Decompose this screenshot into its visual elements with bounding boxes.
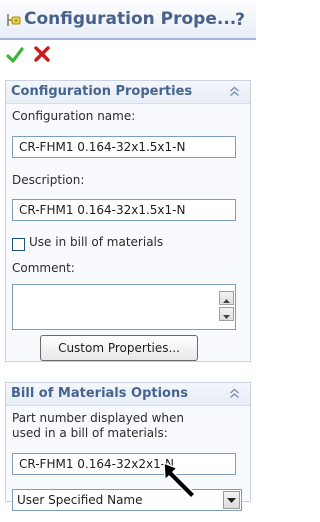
part-number-value: CR-FHM1 0.164-32x2x1-N bbox=[19, 457, 175, 471]
group-title: Bill of Materials Options bbox=[11, 386, 188, 401]
bom-options-header[interactable]: Bill of Materials Options bbox=[6, 383, 250, 406]
custom-properties-button[interactable]: Custom Properties... bbox=[40, 335, 198, 361]
scroll-up-button[interactable] bbox=[219, 291, 234, 305]
part-number-source-dropdown[interactable]: User Specified Name bbox=[12, 489, 242, 511]
panel-title-bar: Configuration Prope... ? bbox=[0, 2, 256, 40]
checkmark-icon[interactable] bbox=[6, 46, 24, 64]
collapse-chevrons-icon[interactable] bbox=[229, 86, 240, 97]
part-number-field[interactable]: CR-FHM1 0.164-32x2x1-N bbox=[12, 453, 236, 475]
description-field[interactable]: CR-FHM1 0.164-32x1.5x1-N bbox=[12, 199, 236, 221]
use-in-bom-label: Use in bill of materials bbox=[29, 235, 164, 249]
help-button[interactable]: ? bbox=[235, 10, 245, 30]
comment-field[interactable] bbox=[12, 284, 236, 330]
part-number-label-line1: Part number displayed when bbox=[12, 411, 184, 425]
comment-label: Comment: bbox=[12, 261, 75, 275]
use-in-bom-checkbox[interactable] bbox=[12, 238, 25, 251]
configuration-properties-header[interactable]: Configuration Properties bbox=[6, 81, 250, 104]
description-value: CR-FHM1 0.164-32x1.5x1-N bbox=[19, 203, 186, 217]
description-label: Description: bbox=[12, 173, 85, 187]
scroll-down-button[interactable] bbox=[219, 307, 234, 321]
dropdown-button[interactable] bbox=[223, 491, 240, 509]
arrow-down-icon bbox=[223, 315, 230, 319]
chevron-down-icon bbox=[227, 498, 236, 503]
part-number-label-line2: used in a bill of materials: bbox=[12, 426, 168, 440]
configuration-properties-group: Configuration Properties Configuration n… bbox=[5, 80, 251, 362]
configuration-icon bbox=[7, 14, 21, 26]
collapse-chevrons-icon[interactable] bbox=[229, 388, 240, 399]
x-icon[interactable] bbox=[34, 46, 50, 62]
configuration-name-label: Configuration name: bbox=[12, 109, 136, 123]
panel-title: Configuration Prope... bbox=[24, 9, 237, 29]
dropdown-selected-value: User Specified Name bbox=[17, 493, 143, 507]
configuration-name-value: CR-FHM1 0.164-32x1.5x1-N bbox=[19, 140, 186, 154]
mouse-pointer-icon bbox=[163, 462, 196, 499]
configuration-name-field[interactable]: CR-FHM1 0.164-32x1.5x1-N bbox=[12, 136, 236, 158]
group-title: Configuration Properties bbox=[11, 84, 193, 99]
property-manager-panel: Configuration Prope... ? Configuration P… bbox=[0, 0, 256, 522]
arrow-up-icon bbox=[223, 299, 230, 303]
bom-options-group: Bill of Materials Options Part number di… bbox=[5, 382, 251, 511]
